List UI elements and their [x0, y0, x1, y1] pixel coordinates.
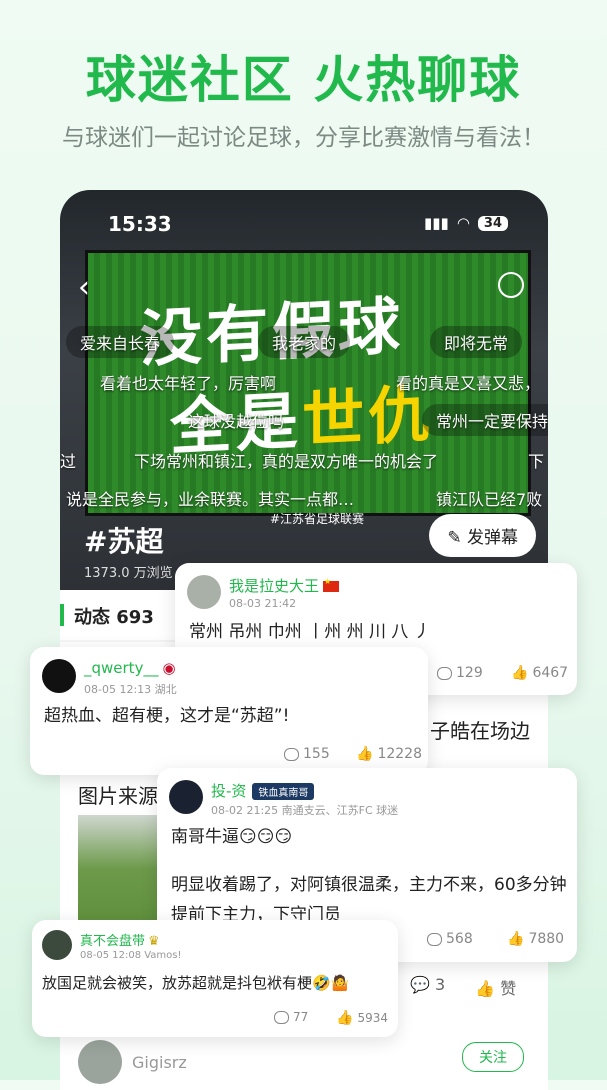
like-count[interactable]: 👍 7880	[507, 931, 564, 947]
comment-icon	[274, 1010, 289, 1024]
avatar[interactable]	[169, 780, 203, 814]
send-danmu-button[interactable]: ✎ 发弹幕	[429, 514, 536, 557]
feed-peek-text: 子皓在场边	[430, 719, 530, 743]
dynamics-label[interactable]: 动态 693	[74, 603, 154, 629]
danmu-item: 过	[60, 452, 77, 471]
like-count[interactable]: 👍 6467	[511, 665, 568, 681]
danmu-item: 说是全民参与，业余联赛。其实一点都…	[66, 490, 355, 509]
danmu-item: 常州一定要保持	[422, 404, 548, 436]
comment-action[interactable]: 💬 3	[410, 975, 445, 999]
like-count[interactable]: 👍 12228	[356, 746, 422, 762]
battery-icon: 34	[477, 215, 508, 231]
comment-icon	[284, 747, 299, 761]
user-badge: 铁血真南哥	[252, 783, 315, 800]
danmu-item: 爱来自长春	[66, 326, 175, 358]
danmu-item: 镇江队已经7败	[436, 490, 543, 509]
china-flag-icon	[323, 577, 340, 592]
dynamics-indicator	[60, 604, 64, 626]
danmu-item: 看的真是又喜又悲，	[396, 374, 541, 393]
promo-subline: 与球迷们一起讨论足球，分享比赛激情与看法！	[62, 125, 545, 151]
comment-card[interactable]: 真不会盘带 ♛ 08-05 12:08 Vamos! 放国足就会被笑，放苏超就是抖…	[32, 920, 398, 1037]
username[interactable]: 投-资 铁血真南哥	[211, 780, 315, 801]
comment-text: 南哥牛逼😏😏😏	[171, 827, 293, 847]
post-meta: 08-03 21:42	[229, 597, 297, 610]
view-count: 1373.0 万浏览	[84, 566, 173, 581]
avatar[interactable]	[42, 659, 76, 693]
comment-count[interactable]: 568	[427, 931, 473, 947]
back-icon[interactable]: ‹	[78, 270, 90, 305]
username[interactable]: 我是拉史大王	[229, 575, 340, 596]
username[interactable]: _qwerty__ ◉	[84, 659, 176, 677]
wifi-icon: ◠	[456, 214, 470, 232]
topic-tag: #苏超	[84, 525, 164, 558]
medal-icon: ♛	[148, 934, 160, 949]
danmu-item: 下场常州和镇江，真的是双方唯一的机会了	[134, 452, 439, 471]
comment-card[interactable]: _qwerty__ ◉ 08-05 12:13 湖北 超热血、超有梗，这才是“苏超…	[30, 647, 428, 775]
club-badge-icon: ◉	[162, 659, 176, 677]
comment-icon	[437, 666, 452, 680]
follow-button[interactable]: 关注	[462, 1042, 524, 1072]
thumbs-up-icon: 👍	[356, 746, 374, 762]
post-meta: 08-05 12:08 Vamos!	[80, 950, 182, 961]
like-count[interactable]: 👍 5934	[336, 1010, 388, 1026]
danmu-item: 下	[528, 452, 545, 471]
post-meta: 08-05 12:13 湖北	[84, 683, 177, 696]
avatar[interactable]	[78, 1040, 122, 1084]
like-action[interactable]: 👍 赞	[475, 975, 516, 999]
next-post-header: Gigisrz	[78, 1040, 187, 1084]
thumbs-up-icon: 👍	[507, 931, 525, 947]
screen-footer: #江苏省足球联赛	[270, 512, 365, 526]
avatar[interactable]	[187, 575, 221, 609]
promo-headline: 球迷社区 火热聊球	[85, 51, 522, 109]
send-danmu-label: 发弹幕	[467, 528, 518, 548]
feed-peek-text: 图片来源	[78, 784, 158, 808]
comment-count[interactable]: 155	[284, 746, 330, 762]
thumbs-up-icon: 👍	[511, 665, 529, 681]
comment-count[interactable]: 129	[437, 665, 483, 681]
comment-text: 超热血、超有梗，这才是“苏超”!	[44, 706, 290, 726]
like-icon: 👍	[475, 979, 496, 998]
hero-banner: 没有假球 全是世仇 #江苏省足球联赛 15:33 ▮▮▮ ◠ 34 ‹ 爱来自长…	[60, 190, 548, 590]
post-meta: 08-02 21:25 南通支云、江苏FC 球迷	[211, 804, 399, 817]
danmu-item: 我老家的	[258, 326, 351, 358]
comment-icon	[427, 932, 442, 946]
username[interactable]: 真不会盘带 ♛	[80, 930, 160, 949]
comment-count: 3	[435, 975, 446, 994]
danmu-item: 即将无常	[430, 326, 523, 358]
danmu-item: 看着也太年轻了，厉害啊	[100, 374, 277, 393]
comment-text: 常州 吊州 巾州 丨州 州 川 八 丿	[189, 622, 431, 642]
avatar[interactable]	[42, 930, 72, 960]
status-time: 15:33	[108, 212, 172, 236]
signal-icon: ▮▮▮	[424, 214, 449, 232]
comment-text: 放国足就会被笑，放苏超就是抖包袱有梗🤣🤷	[42, 974, 350, 992]
comment-icon: 💬	[410, 975, 430, 994]
next-username[interactable]: Gigisrz	[132, 1053, 187, 1072]
like-label: 赞	[500, 979, 517, 998]
thumbs-up-icon: 👍	[336, 1010, 354, 1026]
pencil-icon: ✎	[447, 528, 462, 548]
comment-count[interactable]: 77	[274, 1010, 308, 1024]
danmu-item: 这球没越位吗	[188, 412, 285, 431]
share-icon[interactable]	[498, 272, 524, 298]
post-actions: 💬 3 👍 赞	[410, 975, 516, 999]
status-icons: ▮▮▮ ◠ 34	[424, 214, 508, 232]
